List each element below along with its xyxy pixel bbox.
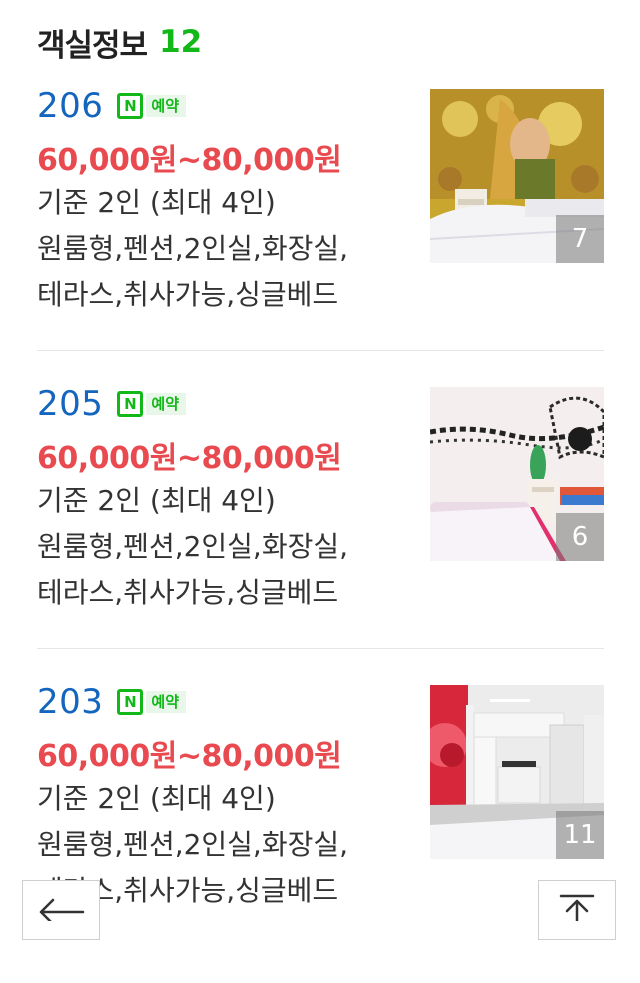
room-capacity: 기준 2인 (최대 4인): [37, 484, 276, 517]
room-price: 60,000원~80,000원: [37, 143, 342, 178]
room-features-line1: 원룸형,펜션,2인실,화장실,: [37, 828, 349, 861]
room-thumbnail[interactable]: 11: [430, 685, 604, 859]
section-title: 객실정보: [37, 27, 148, 64]
naver-n-icon: N: [117, 391, 144, 417]
back-button[interactable]: [22, 880, 100, 940]
room-number-row: 205 N 예약: [37, 384, 187, 424]
room-info-header: 객실정보 12: [37, 20, 202, 64]
naver-booking-badge[interactable]: N 예약: [117, 93, 187, 119]
room-features-line1: 원룸형,펜션,2인실,화장실,: [37, 232, 349, 265]
divider: [37, 648, 604, 649]
room-features-line1: 원룸형,펜션,2인실,화장실,: [37, 530, 349, 563]
room-count: 12: [159, 24, 203, 60]
room-number-row: 203 N 예약: [37, 682, 187, 722]
naver-booking-badge[interactable]: N 예약: [117, 689, 187, 715]
arrow-left-icon: [39, 898, 85, 921]
room-thumbnail[interactable]: 7: [430, 89, 604, 263]
room-number: 206: [37, 86, 104, 126]
naver-n-icon: N: [117, 689, 144, 715]
naver-n-icon: N: [117, 93, 144, 119]
scroll-to-top-icon: [559, 894, 595, 921]
booking-label: 예약: [146, 95, 187, 117]
naver-booking-badge[interactable]: N 예약: [117, 391, 187, 417]
room-price: 60,000원~80,000원: [37, 739, 342, 774]
room-card[interactable]: 205 N 예약 60,000원~80,000원 기준 2인 (최대 4인) 원…: [0, 384, 640, 685]
room-features-line2: 테라스,취사가능,싱글베드: [37, 576, 339, 609]
photo-count: 11: [556, 811, 604, 859]
room-features-line2: 테라스,취사가능,싱글베드: [37, 278, 339, 311]
booking-label: 예약: [146, 691, 187, 713]
room-number: 205: [37, 384, 104, 424]
room-number: 203: [37, 682, 104, 722]
photo-count: 7: [556, 215, 604, 263]
room-capacity: 기준 2인 (최대 4인): [37, 782, 276, 815]
room-card[interactable]: 206 N 예약 60,000원~80,000원 기준 2인 (최대 4인) 원…: [0, 86, 640, 387]
room-thumbnail[interactable]: 6: [430, 387, 604, 561]
room-price: 60,000원~80,000원: [37, 441, 342, 476]
booking-label: 예약: [146, 393, 187, 415]
scroll-top-button[interactable]: [538, 880, 616, 940]
room-number-row: 206 N 예약: [37, 86, 187, 126]
photo-count: 6: [556, 513, 604, 561]
divider: [37, 350, 604, 351]
room-capacity: 기준 2인 (최대 4인): [37, 186, 276, 219]
